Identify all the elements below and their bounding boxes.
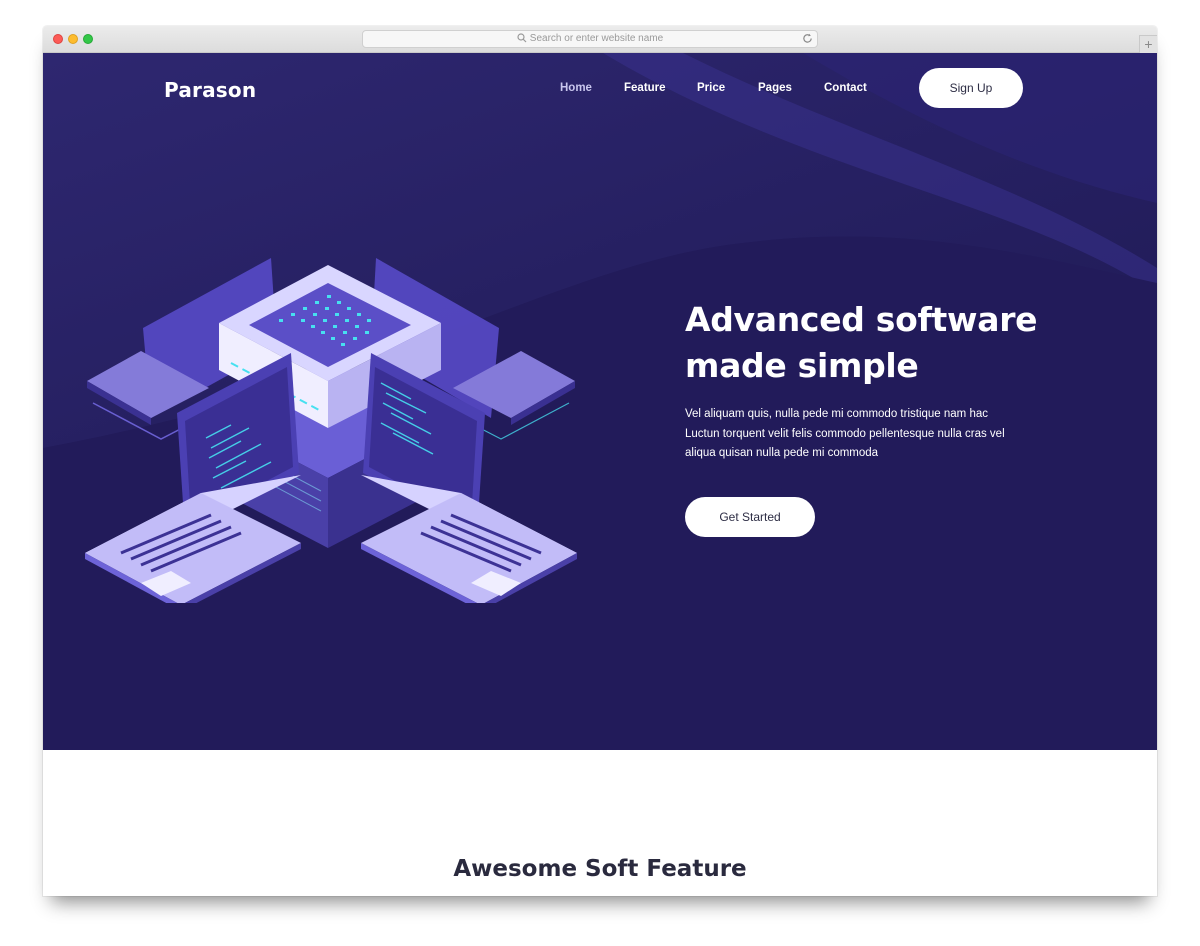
get-started-button[interactable]: Get Started	[685, 497, 815, 537]
hero-description-line2: Luctun torquent velit felis commodo pell…	[685, 427, 1005, 440]
nav-contact[interactable]: Contact	[824, 81, 867, 95]
reload-icon[interactable]	[802, 33, 813, 44]
close-window-button[interactable]	[53, 34, 63, 44]
sign-up-button[interactable]: Sign Up	[919, 68, 1023, 108]
new-tab-button[interactable]: +	[1139, 35, 1157, 53]
hero-description-line1: Vel aliquam quis, nulla pede mi commodo …	[685, 408, 988, 420]
hero-section: Parason Home Feature Price Pages Contact…	[43, 53, 1157, 750]
hero-headline-line2: made simple	[685, 346, 919, 385]
features-section: Awesome Soft Feature	[43, 750, 1157, 896]
hero-description: Vel aliquam quis, nulla pede mi commodo …	[685, 405, 1035, 464]
nav-price[interactable]: Price	[697, 81, 725, 95]
site-logo[interactable]: Parason	[164, 78, 256, 102]
isometric-server-laptops-illustration	[85, 258, 577, 603]
address-placeholder: Search or enter website name	[529, 33, 664, 44]
address-bar[interactable]: Search or enter website name	[362, 30, 818, 48]
nav-home[interactable]: Home	[560, 81, 592, 95]
nav-feature[interactable]: Feature	[624, 81, 666, 95]
search-icon	[517, 33, 527, 43]
browser-toolbar: Search or enter website name +	[43, 26, 1157, 53]
browser-window: Search or enter website name + Parason H…	[43, 26, 1157, 896]
maximize-window-button[interactable]	[83, 34, 93, 44]
hero-headline-line1: Advanced software	[685, 300, 1038, 339]
minimize-window-button[interactable]	[68, 34, 78, 44]
hero-description-line3: aliqua quisan nulla pede mi commoda	[685, 447, 879, 459]
nav-pages[interactable]: Pages	[758, 81, 792, 95]
features-title: Awesome Soft Feature	[453, 856, 747, 882]
hero-headline: Advanced software made simple	[685, 297, 1045, 389]
